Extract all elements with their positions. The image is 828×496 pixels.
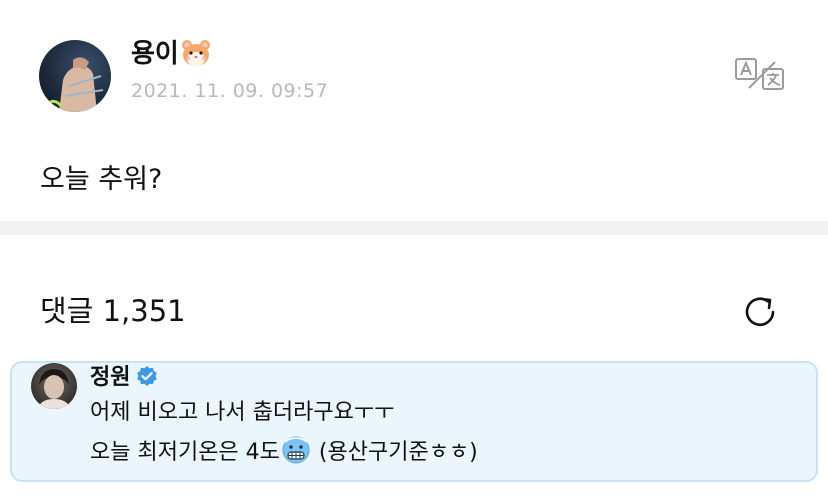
post-body: 오늘 추워?: [40, 164, 163, 195]
section-divider: [0, 221, 828, 235]
hamster-face-icon: [181, 39, 211, 67]
author-name-text: 용이: [131, 39, 179, 69]
refresh-button[interactable]: [740, 292, 780, 332]
author-name[interactable]: 용이: [131, 38, 211, 70]
comment-text-line-2-start: 오늘 최저기온은 4도: [90, 440, 280, 465]
comment-text-line-2-end: (용산구기준ㅎㅎ): [318, 440, 478, 465]
post-timestamp: 2021. 11. 09. 09:57: [131, 80, 329, 102]
translate-icon: [735, 58, 784, 90]
comment-author[interactable]: 정원: [90, 364, 158, 392]
comment-text-line-1: 어제 비오고 나서 춥더라구요ㅜㅜ: [90, 400, 395, 425]
post-header: 용이 2021. 11. 09. 09:57: [0, 0, 828, 130]
comments-count-header: 댓글 1,351: [40, 294, 186, 328]
translate-button[interactable]: [733, 54, 787, 94]
comment-text-line-2: 오늘 최저기온은 4도 (용산구기준ㅎㅎ): [90, 436, 478, 468]
highlighted-comment[interactable]: 정원 어제 비오고 나서 춥더라구요ㅜㅜ 오늘 최저기온은 4도 (용산구기준ㅎ…: [10, 361, 818, 482]
verified-badge-icon: [136, 365, 158, 387]
cold-face-icon: [282, 436, 310, 464]
refresh-icon: [745, 297, 775, 327]
post-page: 용이 2021. 11. 09. 09:57 오늘 추워? 댓글 1,351 정…: [0, 0, 828, 496]
comment-author-avatar[interactable]: [31, 363, 77, 409]
author-avatar[interactable]: [39, 40, 111, 112]
comment-author-name: 정원: [90, 365, 131, 390]
